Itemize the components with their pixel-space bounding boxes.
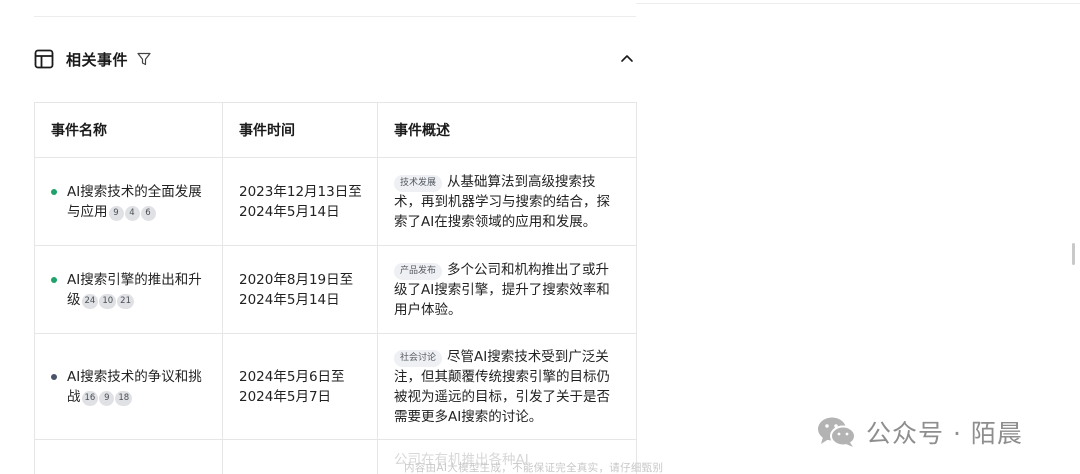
reference-badge[interactable]: 18	[115, 390, 133, 406]
status-dot	[51, 188, 57, 195]
wechat-icon	[818, 417, 856, 447]
reference-badge[interactable]: 6	[140, 205, 156, 221]
category-tag: 社会讨论	[394, 349, 443, 367]
event-summary-cell: 社会讨论 尽管AI搜索技术受到广泛关注，但其颠覆传统搜索引擎的目标仍被视为遥远的目…	[377, 333, 637, 440]
right-divider	[636, 3, 1080, 4]
reference-badge[interactable]: 16	[81, 390, 99, 406]
ai-disclaimer: 内容由AI大模型生成，不能保证完全真实，请仔细甄别	[404, 462, 664, 474]
event-name-cell	[34, 439, 223, 474]
header-event-name: 事件名称	[34, 102, 223, 158]
filter-icon[interactable]	[136, 51, 152, 67]
category-tag: 技术发展	[394, 174, 443, 192]
section-title: 相关事件	[66, 50, 129, 69]
events-table: 事件名称 事件时间 事件概述 AI搜索技术的全面发展与应用 9 4 6 2023年12…	[34, 102, 637, 474]
event-time	[222, 439, 378, 474]
chevron-up-icon[interactable]	[618, 50, 636, 68]
event-name-cell: AI搜索技术的争议和挑战 16 9 18	[34, 333, 223, 440]
category-tag: 产品发布	[394, 262, 443, 280]
table-row: AI搜索技术的全面发展与应用 9 4 6 2023年12月13日至2024年5月14日…	[34, 157, 637, 246]
header-event-summary: 事件概述	[377, 102, 637, 158]
event-time: 2020年8月19日至2024年5月14日	[222, 245, 378, 334]
brand-text: 公众号 · 陌晨	[866, 419, 1023, 448]
reference-badge[interactable]: 9	[99, 390, 115, 406]
header-event-time: 事件时间	[222, 102, 378, 158]
reference-badge[interactable]: 24	[81, 293, 99, 309]
top-divider	[34, 16, 636, 17]
status-dot	[51, 373, 57, 380]
table-icon	[34, 49, 54, 69]
event-summary-cell: 产品发布 多个公司和机构推出了或升级了AI搜索引擎，提升了搜索效率和用户体验。	[377, 245, 637, 334]
related-events-header: 相关事件	[34, 46, 636, 72]
reference-badge[interactable]: 10	[99, 293, 117, 309]
table-header-row: 事件名称 事件时间 事件概述	[34, 102, 637, 158]
status-dot	[51, 276, 57, 283]
scrollbar-thumb[interactable]	[1072, 243, 1075, 265]
event-name-cell: AI搜索技术的全面发展与应用 9 4 6	[34, 157, 223, 246]
reference-badge[interactable]: 4	[124, 205, 140, 221]
table-row: AI搜索技术的争议和挑战 16 9 18 2024年5月6日至2024年5月7日 社会…	[34, 333, 637, 440]
brand-watermark: 公众号 · 陌晨	[816, 414, 1023, 450]
reference-badge[interactable]: 21	[117, 293, 134, 309]
table-row: AI搜索引擎的推出和升级 24 10 21 2020年8月19日至2024年5月14日…	[34, 245, 637, 334]
reference-badge[interactable]: 9	[108, 205, 124, 221]
event-name-cell: AI搜索引擎的推出和升级 24 10 21	[34, 245, 223, 334]
event-summary-cell: 技术发展 从基础算法到高级搜索技术，再到机器学习与搜索的结合，探索了AI在搜索领域…	[377, 157, 637, 246]
event-time: 2023年12月13日至2024年5月14日	[222, 157, 378, 246]
event-time: 2024年5月6日至2024年5月7日	[222, 333, 378, 440]
